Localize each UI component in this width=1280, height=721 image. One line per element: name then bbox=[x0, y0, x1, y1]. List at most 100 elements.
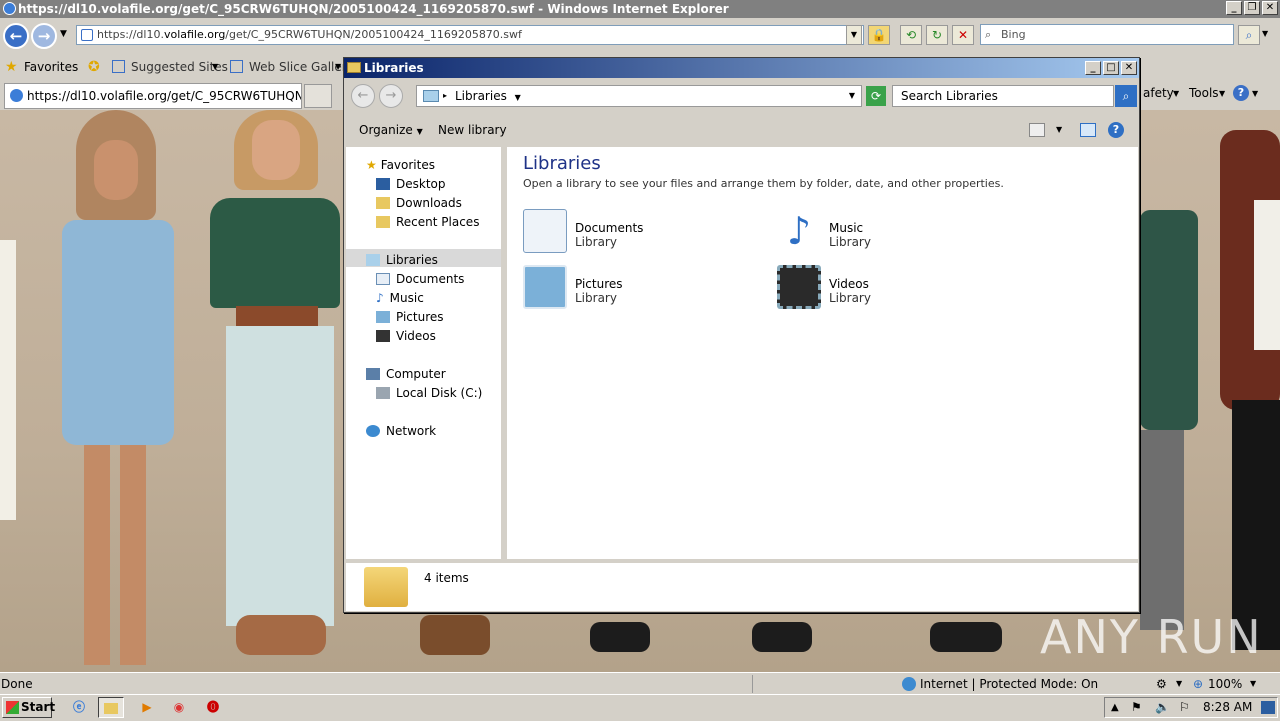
close-button[interactable]: ✕ bbox=[1262, 1, 1278, 15]
nav-dropdown-icon[interactable]: ▼ bbox=[60, 29, 67, 39]
photo-white-top-8 bbox=[1254, 200, 1280, 350]
nav-desktop[interactable]: Desktop bbox=[376, 176, 446, 192]
nav-favorites[interactable]: ★ Favorites bbox=[366, 157, 435, 173]
explorer-address-bar[interactable]: ▸ Libraries ▼ ▼ bbox=[416, 85, 862, 107]
explorer-maximize-button[interactable]: □ bbox=[1103, 61, 1119, 75]
new-library-button[interactable]: New library bbox=[438, 114, 507, 146]
breadcrumb-arrow-icon[interactable]: ▸ bbox=[443, 86, 447, 106]
clock[interactable]: 8:28 AM bbox=[1203, 698, 1252, 717]
stop-icon[interactable]: ✕ bbox=[952, 25, 974, 45]
forward-button[interactable]: → bbox=[31, 23, 57, 49]
nav-music[interactable]: ♪ Music bbox=[376, 290, 424, 306]
help-dropdown-icon[interactable]: ▼ bbox=[1252, 89, 1258, 98]
breadcrumb-dropdown-icon[interactable]: ▼ bbox=[515, 93, 521, 102]
taskbar-explorer-icon[interactable] bbox=[98, 697, 124, 718]
protected-mode-icon[interactable]: ⚙ bbox=[1156, 673, 1167, 695]
tab-active[interactable]: https://dl10.volafile.org/get/C_95CRW6TU… bbox=[4, 83, 302, 109]
photo-boots-2 bbox=[236, 615, 326, 655]
start-button[interactable]: Start bbox=[2, 697, 55, 718]
nav-network[interactable]: Network bbox=[366, 423, 436, 439]
favorites-star-icon: ★ bbox=[366, 158, 377, 172]
address-path: /get/C_95CRW6TUHQN/2005100424_1169205870… bbox=[225, 28, 522, 41]
refresh-icon[interactable]: ⟳ bbox=[866, 86, 886, 106]
change-view-icon[interactable] bbox=[1029, 123, 1045, 137]
library-documents[interactable]: Documents Library bbox=[523, 209, 723, 257]
add-favorites-icon[interactable]: ✪ bbox=[88, 54, 100, 80]
nav-pictures[interactable]: Pictures bbox=[376, 309, 444, 325]
tab-title: https://dl10.volafile.org/get/C_95CRW6TU… bbox=[27, 89, 301, 103]
compatibility-icon[interactable]: ⟲ bbox=[900, 25, 922, 45]
explorer-search-input[interactable]: Search Libraries bbox=[892, 85, 1114, 107]
explorer-back-button[interactable]: ← bbox=[351, 84, 375, 108]
nav-documents[interactable]: Documents bbox=[376, 271, 464, 287]
search-options-icon[interactable]: ▼ bbox=[1262, 29, 1268, 38]
videos-library-icon bbox=[777, 265, 821, 309]
show-hidden-icons[interactable]: ▲ bbox=[1111, 698, 1119, 717]
refresh-icon[interactable]: ↻ bbox=[926, 25, 948, 45]
preview-pane-icon[interactable] bbox=[1080, 123, 1096, 137]
organize-button[interactable]: Organize ▼ bbox=[359, 114, 423, 148]
explorer-title: Libraries bbox=[364, 61, 424, 75]
new-tab-button[interactable] bbox=[304, 84, 332, 108]
taskbar-opera-icon[interactable]: ⓿ bbox=[200, 697, 226, 718]
address-dropdown-icon[interactable]: ▼ bbox=[846, 25, 862, 45]
nav-local-disk[interactable]: Local Disk (C:) bbox=[376, 385, 482, 401]
favorites-button[interactable]: Favorites bbox=[24, 54, 78, 80]
address-history-dropdown-icon[interactable]: ▼ bbox=[849, 86, 855, 106]
photo-face-2 bbox=[252, 120, 300, 180]
show-desktop-icon[interactable] bbox=[1261, 701, 1275, 714]
library-type: Library bbox=[575, 235, 617, 249]
taskbar-chrome-icon[interactable]: ◉ bbox=[166, 697, 192, 718]
taskbar-media-player-icon[interactable]: ▶ bbox=[134, 697, 160, 718]
desktop-icon bbox=[376, 178, 390, 190]
volume-icon[interactable]: 🔈 bbox=[1155, 698, 1170, 717]
search-input[interactable]: ⌕ Bing bbox=[980, 24, 1234, 45]
zone-dropdown-icon[interactable]: ▼ bbox=[1176, 673, 1182, 695]
help-icon[interactable]: ? bbox=[1233, 85, 1249, 101]
breadcrumb-libraries[interactable]: Libraries bbox=[455, 89, 507, 103]
suggested-sites-dropdown-icon[interactable]: ▼ bbox=[212, 54, 218, 80]
library-pictures[interactable]: Pictures Library bbox=[523, 265, 723, 313]
search-go-icon[interactable]: ⌕ bbox=[1238, 25, 1260, 45]
explorer-window: Libraries _ □ ✕ ← → ▸ Libraries ▼ ▼ ⟳ Se… bbox=[343, 57, 1140, 613]
back-button[interactable]: ← bbox=[3, 23, 29, 49]
library-videos[interactable]: Videos Library bbox=[777, 265, 977, 313]
explorer-forward-button[interactable]: → bbox=[379, 84, 403, 108]
internet-zone-icon bbox=[902, 677, 916, 691]
nav-libraries[interactable]: Libraries bbox=[366, 252, 438, 268]
zoom-dropdown-icon[interactable]: ▼ bbox=[1250, 673, 1256, 695]
libraries-breadcrumb-icon bbox=[423, 90, 439, 102]
flag-icon[interactable]: ⚐ bbox=[1179, 698, 1190, 717]
library-type: Library bbox=[829, 235, 871, 249]
web-slice-dropdown-icon[interactable]: ▼ bbox=[335, 54, 341, 80]
nav-downloads[interactable]: Downloads bbox=[376, 195, 462, 211]
safety-menu[interactable]: afety bbox=[1143, 86, 1174, 100]
minimize-button[interactable]: _ bbox=[1226, 1, 1242, 15]
photo-face-1 bbox=[94, 140, 138, 200]
explorer-minimize-button[interactable]: _ bbox=[1085, 61, 1101, 75]
taskbar-ie-icon[interactable]: ⓔ bbox=[66, 697, 92, 718]
libraries-folder-icon bbox=[347, 62, 361, 73]
restore-button[interactable]: ❐ bbox=[1244, 1, 1260, 15]
library-music[interactable]: ♪ Music Library bbox=[777, 209, 977, 257]
tools-dropdown-icon[interactable]: ▼ bbox=[1219, 89, 1225, 98]
nav-videos[interactable]: Videos bbox=[376, 328, 436, 344]
safety-dropdown-icon[interactable]: ▼ bbox=[1173, 89, 1179, 98]
explorer-help-icon[interactable]: ? bbox=[1108, 122, 1124, 138]
web-slice-icon bbox=[230, 60, 243, 73]
view-options-dropdown-icon[interactable]: ▼ bbox=[1056, 114, 1062, 146]
lock-icon[interactable]: 🔒 bbox=[868, 25, 890, 45]
tools-menu[interactable]: Tools bbox=[1189, 86, 1219, 100]
library-name: Pictures bbox=[575, 277, 623, 291]
nav-recent-places[interactable]: Recent Places bbox=[376, 214, 479, 230]
explorer-search-icon[interactable]: ⌕ bbox=[1115, 85, 1137, 107]
zoom-level[interactable]: 100% bbox=[1208, 673, 1242, 695]
organize-label: Organize bbox=[359, 123, 413, 137]
zoom-icon: ⊕ bbox=[1193, 677, 1204, 691]
action-center-icon[interactable]: ⚑ bbox=[1131, 698, 1142, 717]
explorer-close-button[interactable]: ✕ bbox=[1121, 61, 1137, 75]
library-name: Videos bbox=[829, 277, 869, 291]
nav-computer[interactable]: Computer bbox=[366, 366, 446, 382]
security-zone[interactable]: Internet | Protected Mode: On bbox=[920, 673, 1098, 695]
address-bar[interactable]: https://dl10.volafile.org/get/C_95CRW6TU… bbox=[76, 25, 864, 45]
